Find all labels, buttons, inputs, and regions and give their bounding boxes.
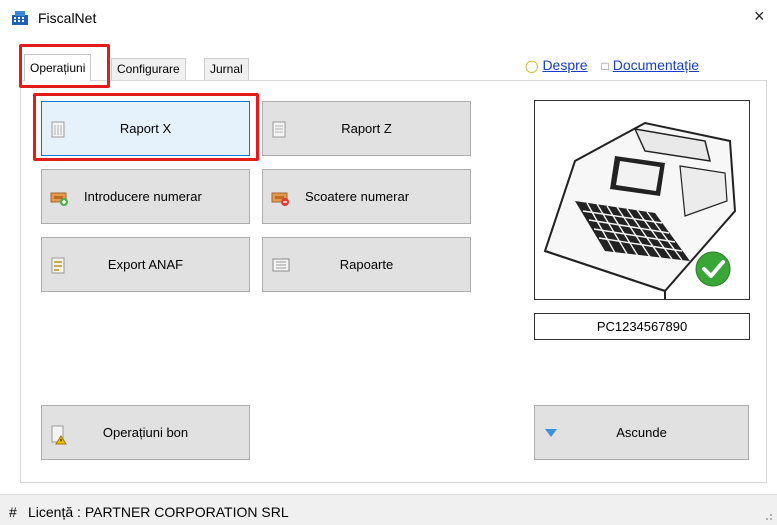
operatiuni-bon-label: Operațiuni bon <box>102 425 189 440</box>
introducere-numerar-label: Introducere numerar <box>84 189 202 204</box>
top-links: ◯ Despre □ Documentație <box>525 57 699 73</box>
title-bar: FiscalNet × <box>0 0 777 38</box>
about-link[interactable]: Despre <box>542 57 587 73</box>
cash-remove-icon <box>271 192 289 206</box>
scoatere-numerar-label: Scoatere numerar <box>305 189 410 204</box>
rapoarte-button[interactable]: Rapoarte <box>262 237 471 292</box>
export-anaf-button[interactable]: Export ANAF <box>41 237 250 292</box>
raport-x-label: Raport X <box>119 121 172 136</box>
window-title: FiscalNet <box>38 10 97 26</box>
documentation-link[interactable]: Documentație <box>613 57 699 73</box>
status-bar: # Licență : PARTNER CORPORATION SRL <box>0 494 777 525</box>
export-anaf-label: Export ANAF <box>107 257 184 272</box>
ascunde-label: Ascunde <box>616 425 667 440</box>
fiscal-printer-image <box>534 100 750 300</box>
info-bulb-icon: ◯ <box>525 59 539 73</box>
serial-number-field: PC1234567890 <box>534 313 750 340</box>
scoatere-numerar-button[interactable]: Scoatere numerar <box>262 169 471 224</box>
check-circle-icon <box>695 251 731 287</box>
introducere-numerar-button[interactable]: Introducere numerar <box>41 169 250 224</box>
document-icon: □ <box>601 59 609 73</box>
tab-jurnal[interactable]: Jurnal <box>204 58 249 80</box>
cash-add-icon <box>50 192 68 206</box>
status-hash: # <box>9 504 17 520</box>
rapoarte-label: Rapoarte <box>339 257 394 272</box>
tab-configurare[interactable]: Configurare <box>111 58 186 80</box>
raport-z-button[interactable]: Raport Z <box>262 101 471 156</box>
license-text: Licență : PARTNER CORPORATION SRL <box>28 504 289 520</box>
resize-grip-icon[interactable] <box>763 511 773 521</box>
close-icon[interactable]: × <box>754 7 765 25</box>
operatiuni-bon-button[interactable]: Operațiuni bon <box>41 405 250 460</box>
raport-z-label: Raport Z <box>341 121 392 136</box>
tab-operatiuni[interactable]: Operațiuni <box>24 54 92 81</box>
app-icon <box>12 11 28 25</box>
raport-x-button[interactable]: Raport X <box>41 101 250 156</box>
ascunde-button[interactable]: Ascunde <box>534 405 749 460</box>
